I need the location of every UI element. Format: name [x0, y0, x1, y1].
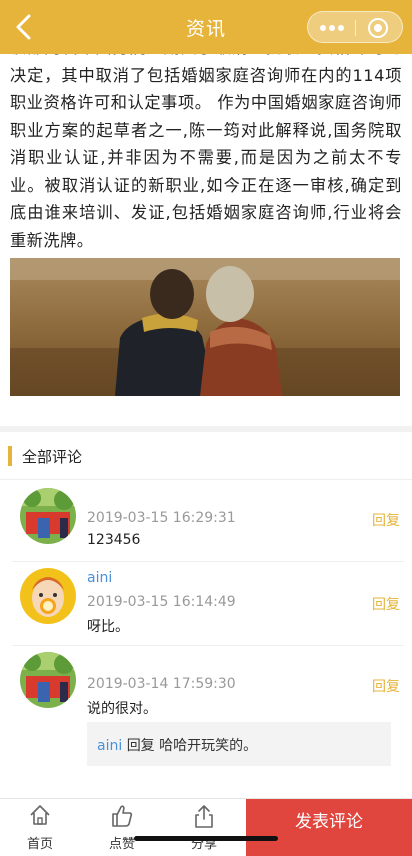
comment-time: 2019-03-14 17:59:30: [87, 676, 236, 692]
share-tab[interactable]: 分享: [164, 799, 244, 856]
avatar[interactable]: [20, 568, 76, 624]
article-section: 该部门发布国务院近期关于取消一批职业资格许可的决定，其中取消了包括婚姻家庭咨询师…: [0, 54, 412, 426]
avatar[interactable]: [20, 652, 76, 708]
close-circle-icon[interactable]: [368, 18, 388, 38]
article-body: 该部门发布国务院近期关于取消一批职业资格许可的决定，其中取消了包括婚姻家庭咨询师…: [10, 54, 402, 250]
comment-text: 呀比。: [87, 619, 129, 635]
more-dots-icon[interactable]: [320, 23, 344, 33]
avatar[interactable]: [20, 488, 76, 544]
section-accent-bar: [8, 446, 12, 466]
like-tab[interactable]: 点赞: [82, 799, 162, 856]
reply-button[interactable]: 回复: [372, 594, 400, 614]
top-nav-bar: 资讯: [0, 0, 412, 54]
capsule-divider: [355, 20, 356, 36]
comments-title: 全部评论: [22, 448, 83, 466]
thumbs-up-icon: [112, 805, 133, 827]
comment-time: 2019-03-15 16:14:49: [87, 594, 236, 610]
comment-username[interactable]: aini: [87, 570, 112, 586]
comment-item: 2019-03-15 16:29:31 123456 回复: [12, 480, 404, 562]
mini-program-capsule: [307, 11, 403, 43]
article-photo: [10, 258, 400, 396]
share-icon: [195, 805, 213, 828]
reply-button[interactable]: 回复: [372, 510, 400, 530]
comment-text: 说的很对。: [87, 701, 157, 717]
home-indicator: [134, 836, 278, 841]
reply-text: 哈哈开玩笑的。: [159, 738, 258, 754]
reply-verb: 回复: [126, 738, 155, 754]
comment-item: 2019-03-14 17:59:30 说的很对。 回复 aini 回复 哈哈开…: [12, 646, 404, 782]
comments-header: 全部评论: [0, 432, 412, 480]
nested-reply: aini 回复 哈哈开玩笑的。: [87, 722, 391, 766]
post-comment-button[interactable]: 发表评论: [246, 799, 412, 856]
home-tab[interactable]: 首页: [0, 799, 80, 856]
comment-item: aini 2019-03-15 16:14:49 呀比。 回复: [12, 562, 404, 646]
comments-section: 全部评论 2019-03-15 16:29:31 123456 回复 aini …: [0, 432, 412, 798]
home-label: 首页: [26, 837, 53, 852]
reply-button[interactable]: 回复: [372, 676, 400, 696]
reply-username[interactable]: aini: [97, 738, 122, 754]
bottom-action-bar: 首页 点赞 分享 发表评论: [0, 798, 412, 856]
home-icon: [30, 805, 50, 825]
comment-text: 123456: [87, 532, 141, 548]
comment-time: 2019-03-15 16:29:31: [87, 510, 236, 526]
